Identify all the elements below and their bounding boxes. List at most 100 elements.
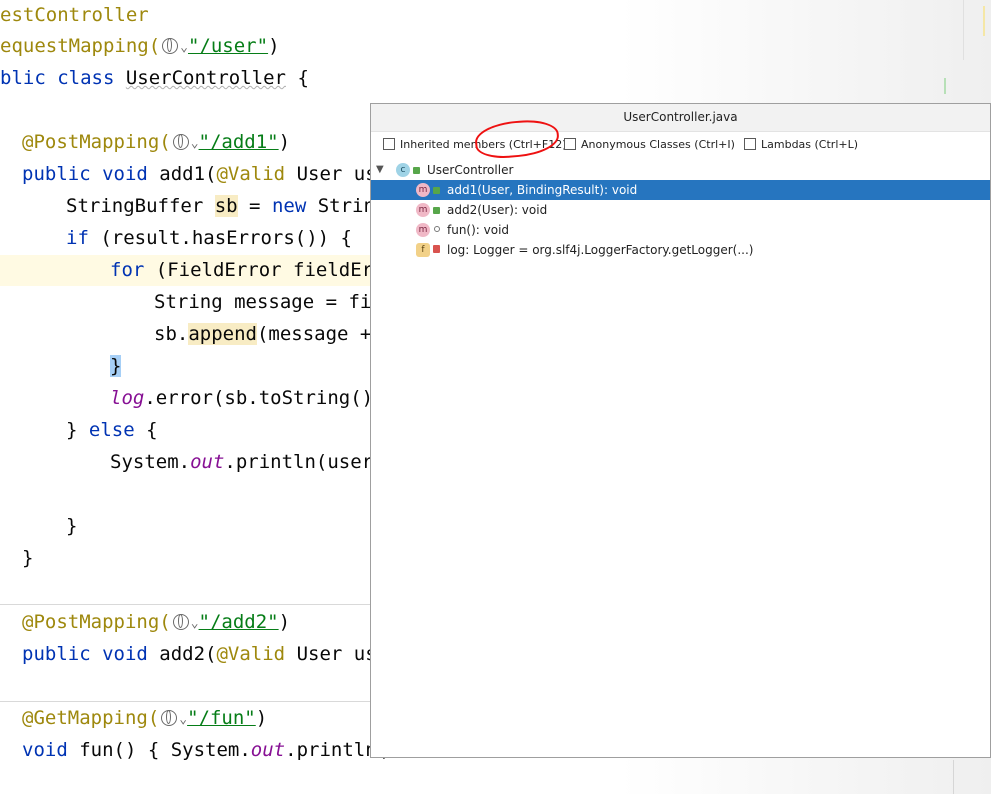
code-token: { xyxy=(286,67,309,89)
code-token: } xyxy=(66,419,89,441)
code-line[interactable]: } else { xyxy=(66,415,158,445)
keyword: new xyxy=(271,195,307,217)
package-private-visibility-icon xyxy=(434,226,440,232)
method-icon: m xyxy=(416,203,430,217)
public-visibility-icon xyxy=(433,207,440,214)
code-line[interactable]: @PostMapping(⌄"/add2") xyxy=(22,607,290,637)
code-line[interactable]: blic class UserController { xyxy=(0,63,309,93)
static-field: out xyxy=(250,739,286,761)
tree-item[interactable]: m fun(): void xyxy=(371,220,990,240)
gutter-divider xyxy=(953,760,954,794)
code-line[interactable]: @GetMapping(⌄"/fun") xyxy=(22,703,267,733)
code-line[interactable]: sb.append(message + xyxy=(154,319,371,349)
tree-item[interactable]: f log: Logger = org.slf4j.LoggerFactory.… xyxy=(371,240,990,260)
code-line[interactable]: log.error(sb.toString() xyxy=(110,383,373,413)
code-line[interactable]: System.out.println(user) xyxy=(110,447,385,477)
code-line[interactable]: equestMapping( ⌄"/user") xyxy=(0,31,280,61)
tree-label: fun(): void xyxy=(447,223,510,237)
code-line[interactable]: @PostMapping( ⌄"/add1") xyxy=(22,127,290,157)
code-line[interactable]: } xyxy=(22,543,33,573)
matched-brace: } xyxy=(110,355,122,377)
highlighted-method-call: append xyxy=(188,323,257,345)
string-literal: "/add2" xyxy=(198,611,279,633)
code-line[interactable]: public void add2(@Valid User use xyxy=(22,639,388,669)
code-token: fun() { System. xyxy=(79,739,251,761)
checkbox[interactable] xyxy=(744,138,756,150)
chevron-down-icon[interactable]: ⌄ xyxy=(191,609,199,639)
class-name: UserController xyxy=(125,67,286,89)
code-token: (result.hasErrors()) { xyxy=(88,227,352,249)
method-icon: m xyxy=(416,223,430,237)
field-icon: f xyxy=(416,243,430,257)
keyword: if xyxy=(66,227,89,249)
gutter-change-marker xyxy=(983,6,985,36)
tree-item[interactable]: m add1(User, BindingResult): void xyxy=(371,180,990,200)
code-token: } xyxy=(22,547,34,569)
tree-label: UserController xyxy=(427,163,514,177)
keyword: void xyxy=(22,739,80,761)
annotation: equestMapping( xyxy=(0,35,161,57)
method-name: add2( xyxy=(159,643,217,665)
code-line[interactable]: void fun() { System.out.println( xyxy=(22,735,388,765)
method-separator xyxy=(0,604,372,605)
code-token: (FieldError fieldErr xyxy=(144,259,385,281)
filter-anonymous-classes[interactable]: Anonymous Classes (Ctrl+I) xyxy=(564,137,735,153)
code-line[interactable]: if (result.hasErrors()) { xyxy=(66,223,352,253)
annotation: @Valid xyxy=(216,163,286,185)
tree-label: log: Logger = org.slf4j.LoggerFactory.ge… xyxy=(447,243,754,257)
filter-lambdas[interactable]: Lambdas (Ctrl+L) xyxy=(744,137,858,153)
code-line[interactable]: public void add1(@Valid User use xyxy=(22,159,388,189)
highlighted-variable: sb xyxy=(214,195,238,217)
method-icon: m xyxy=(416,183,430,197)
code-token: String message = fie xyxy=(154,291,383,313)
expand-arrow-icon[interactable]: ▼ xyxy=(376,160,384,180)
code-token: = xyxy=(237,195,272,217)
checkbox[interactable] xyxy=(383,138,395,150)
tree-item[interactable]: m add2(User): void xyxy=(371,200,990,220)
code-token: } xyxy=(66,515,78,537)
filter-label: Anonymous Classes (Ctrl+I) xyxy=(581,138,735,151)
code-token: ) xyxy=(278,131,291,153)
gutter-divider xyxy=(963,0,964,60)
method-name: add1( xyxy=(159,163,217,185)
code-line[interactable]: } xyxy=(66,511,77,541)
code-token: (message + xyxy=(256,323,372,345)
annotation: @PostMapping( xyxy=(22,131,171,153)
class-icon: c xyxy=(396,163,410,177)
code-line[interactable]: estController xyxy=(0,0,149,30)
globe-icon[interactable] xyxy=(162,38,179,54)
code-token: ) xyxy=(255,707,268,729)
code-token: StringBuffer xyxy=(66,195,215,217)
static-field: out xyxy=(190,451,225,473)
chevron-down-icon[interactable]: ⌄ xyxy=(191,129,199,159)
filter-label: Lambdas (Ctrl+L) xyxy=(761,138,859,151)
globe-icon[interactable] xyxy=(161,710,178,726)
chevron-down-icon[interactable]: ⌄ xyxy=(180,33,188,63)
annotation: estController xyxy=(0,4,149,26)
globe-icon[interactable] xyxy=(172,614,189,630)
checkbox[interactable] xyxy=(564,138,576,150)
string-literal: "/add1" xyxy=(198,131,279,153)
public-visibility-icon xyxy=(413,167,420,174)
code-token: .println(user) xyxy=(224,451,385,473)
public-visibility-icon xyxy=(433,187,440,194)
globe-icon[interactable] xyxy=(172,134,189,150)
code-token: sb. xyxy=(154,323,189,345)
keyword: public void xyxy=(22,163,160,185)
tree-root-row[interactable]: ▼ c UserController xyxy=(371,160,990,180)
code-line[interactable]: } xyxy=(110,351,122,381)
annotation: @PostMapping( xyxy=(22,611,171,633)
code-token: ) xyxy=(268,35,280,57)
string-literal: "/fun" xyxy=(187,707,256,729)
tree-label: add2(User): void xyxy=(447,203,548,217)
code-line[interactable]: for (FieldError fieldErr xyxy=(110,255,385,285)
popup-title: UserController.java xyxy=(371,104,990,132)
keyword: public void xyxy=(22,643,160,665)
chevron-down-icon[interactable]: ⌄ xyxy=(179,705,187,735)
code-line[interactable]: StringBuffer sb = new String xyxy=(66,191,386,221)
file-structure-popup[interactable]: UserController.java Inherited members (C… xyxy=(370,103,991,758)
string-literal: "/user" xyxy=(187,35,269,57)
code-line[interactable]: String message = fie xyxy=(154,287,383,317)
lock-icon xyxy=(433,245,440,253)
annotation: @Valid xyxy=(216,643,286,665)
